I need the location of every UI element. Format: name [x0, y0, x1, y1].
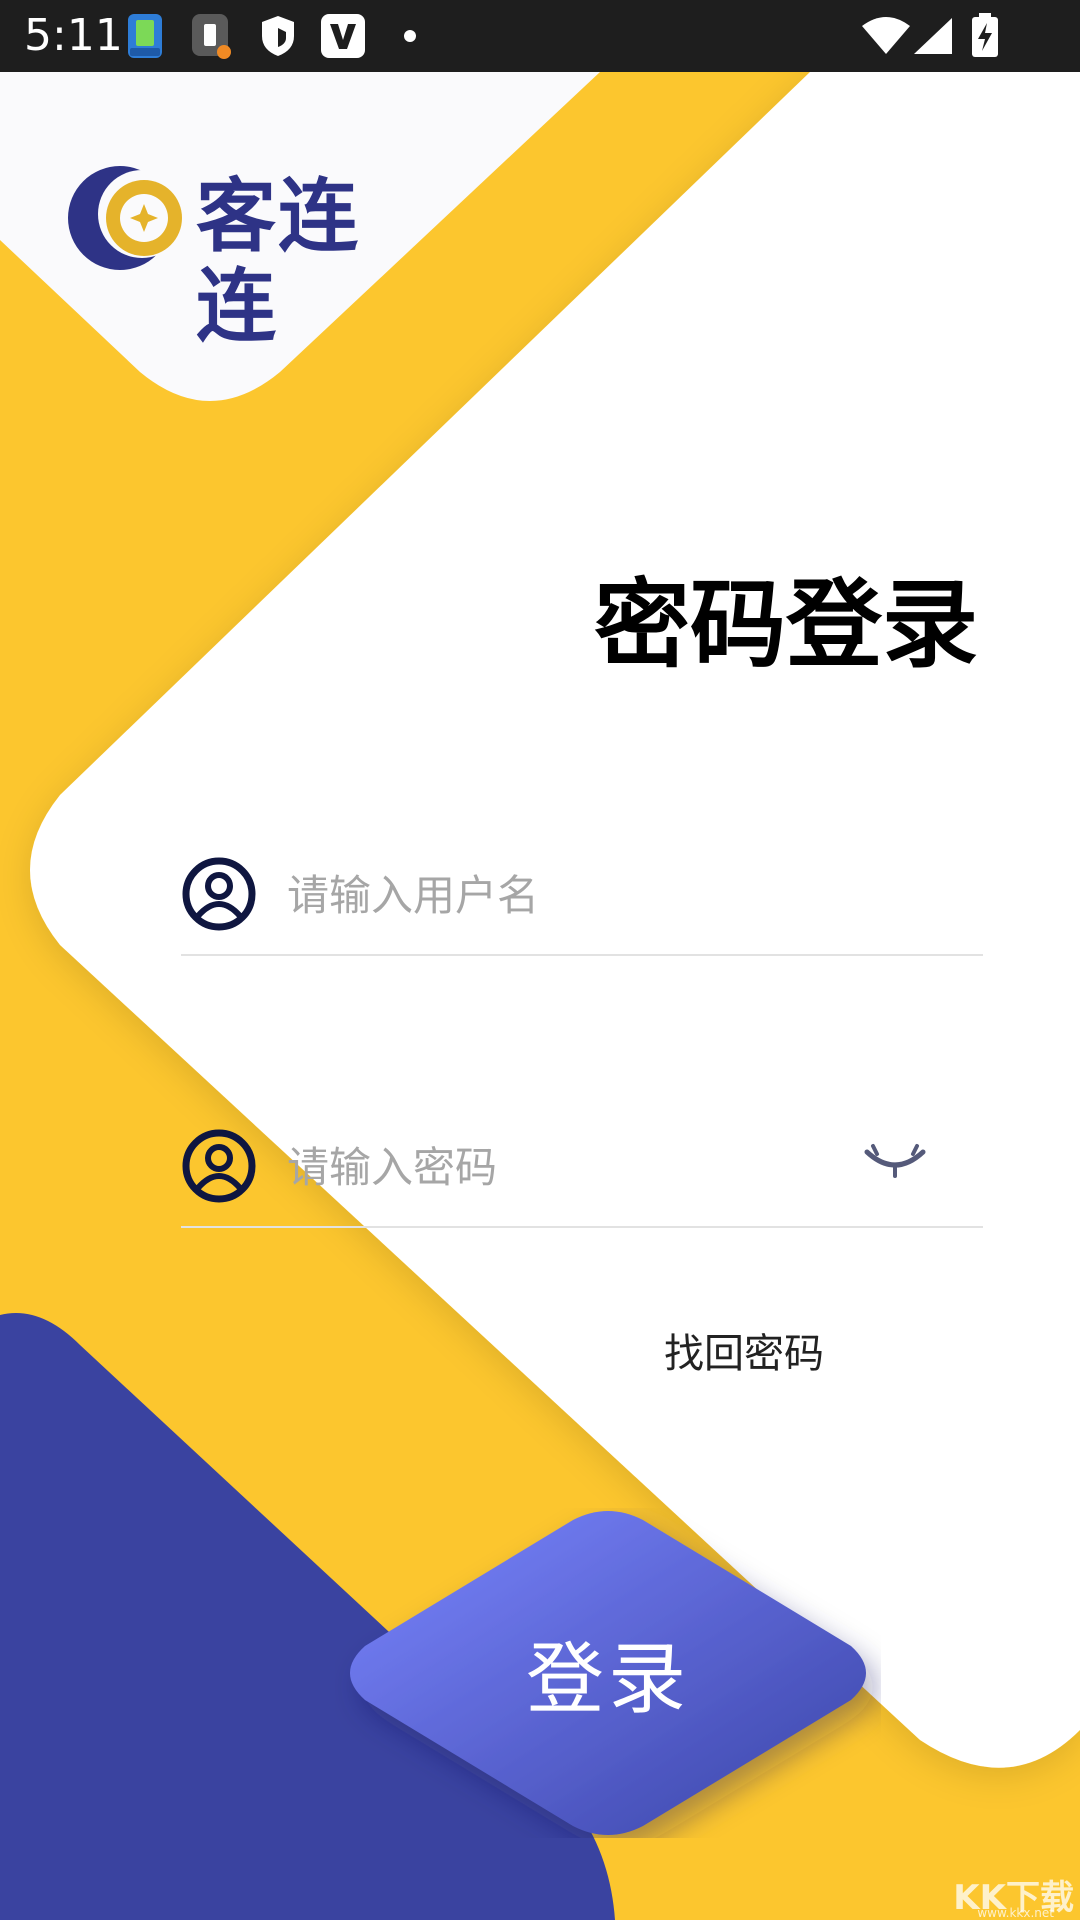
more-notifications-dot-icon: [400, 12, 420, 60]
password-input[interactable]: [287, 1132, 807, 1202]
cell-signal-icon: [912, 12, 954, 60]
password-underline: [181, 1226, 983, 1228]
login-button[interactable]: 登录: [335, 1508, 881, 1838]
status-time: 5:11: [24, 10, 123, 61]
battery-charging-icon: [970, 12, 1000, 60]
user-icon: [181, 1128, 257, 1204]
battery-alert-icon: [190, 12, 232, 60]
wifi-icon: [860, 12, 912, 60]
username-underline: [181, 954, 983, 956]
eye-closed-icon[interactable]: [863, 1142, 927, 1182]
shield-icon: [260, 12, 296, 60]
login-button-label: 登录: [525, 1635, 690, 1725]
user-icon: [181, 856, 257, 932]
status-bar: 5:11: [0, 0, 1080, 72]
app-notification-icon: [122, 12, 168, 60]
logo-text: 客连连: [196, 170, 360, 353]
watermark-url: www.kkx.net: [977, 1906, 1054, 1920]
page-title: 密码登录: [594, 569, 978, 681]
forgot-password-link[interactable]: 找回密码: [664, 1326, 824, 1382]
logo-emblem-icon: [68, 166, 186, 270]
username-input[interactable]: [287, 860, 807, 930]
v-app-icon: [320, 12, 366, 60]
password-field: [181, 1108, 983, 1228]
username-field: [181, 836, 983, 956]
app-logo: 客连连: [58, 160, 438, 352]
